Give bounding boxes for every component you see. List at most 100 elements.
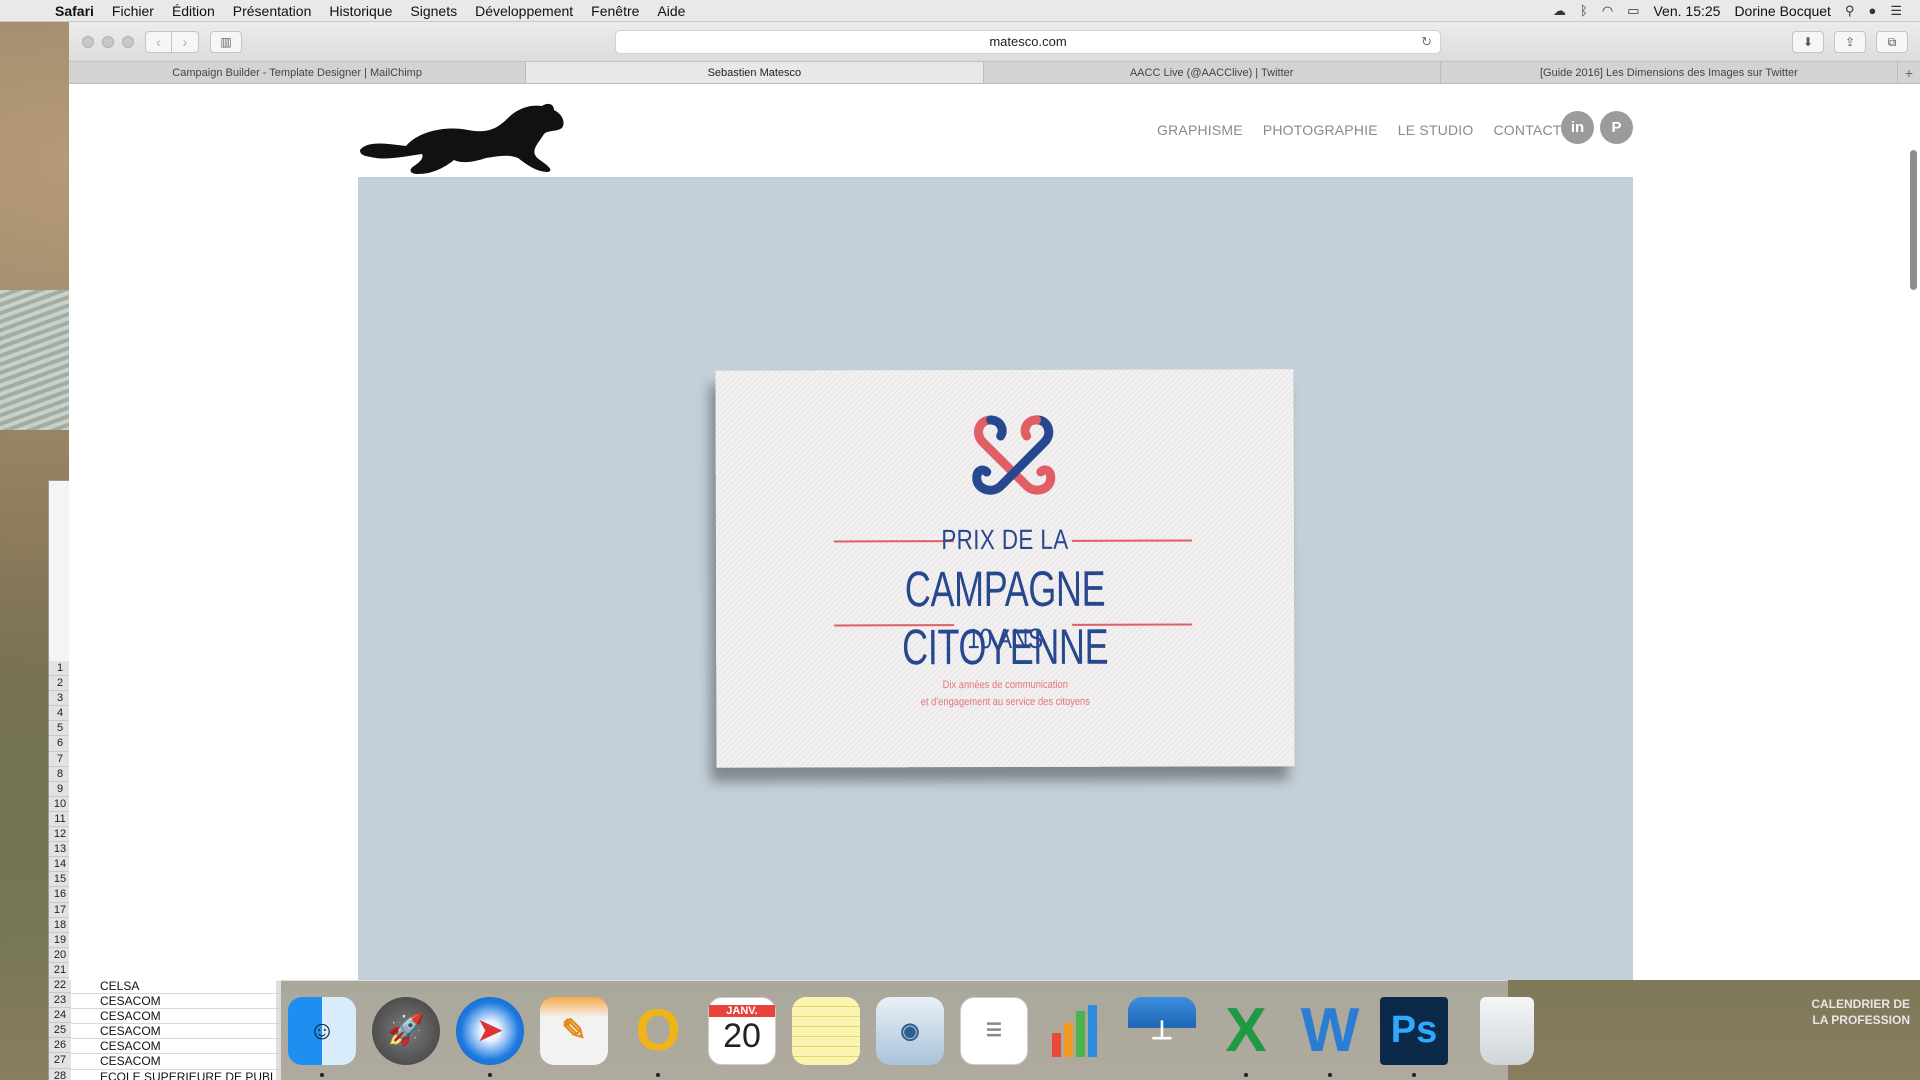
sidebar-toggle-button[interactable]: ▥ xyxy=(210,31,242,53)
dock: ☺ 🚀 ➤ ✎ O JANV. 20 ◉ ☰ ⊥ X W Ps xyxy=(276,980,1534,1080)
row-number: 8 xyxy=(49,766,71,782)
row-number: 19 xyxy=(49,932,71,948)
dock-trash[interactable] xyxy=(1480,993,1534,1069)
dock-numbers[interactable] xyxy=(1044,993,1112,1069)
menu-bar-status-area: ☁ ᛒ ◠ ▭ Ven. 15:25 Dorine Bocquet ⚲ ● ☰ xyxy=(1553,3,1920,19)
downloads-button[interactable]: ⬇ xyxy=(1792,31,1824,53)
dock-pages[interactable]: ✎ xyxy=(540,993,608,1069)
nav-graphisme[interactable]: GRAPHISME xyxy=(1157,122,1243,138)
menu-presentation[interactable]: Présentation xyxy=(224,3,321,19)
outlook-icon: O xyxy=(635,998,681,1063)
dock-excel[interactable]: X xyxy=(1212,993,1280,1077)
menu-historique[interactable]: Historique xyxy=(320,3,401,19)
dock-outlook[interactable]: O xyxy=(624,993,692,1077)
tab-aacc-twitter[interactable]: AACC Live (@AACClive) | Twitter xyxy=(984,62,1441,83)
nav-le-studio[interactable]: LE STUDIO xyxy=(1398,122,1474,138)
pages-icon: ✎ xyxy=(540,996,608,1065)
row-number: 27 xyxy=(49,1053,71,1069)
menu-fenetre[interactable]: Fenêtre xyxy=(582,3,648,19)
spreadsheet-cell[interactable]: CESACOM xyxy=(71,1039,281,1055)
menu-signets[interactable]: Signets xyxy=(401,3,466,19)
menu-fichier[interactable]: Fichier xyxy=(103,3,163,19)
spotlight-search-icon[interactable]: ⚲ xyxy=(1845,3,1855,19)
dock-word[interactable]: W xyxy=(1296,993,1364,1077)
reload-icon[interactable]: ↻ xyxy=(1421,31,1432,53)
tab-sebastien-matesco[interactable]: Sebastien Matesco xyxy=(526,62,984,83)
keynote-icon: ⊥ xyxy=(1128,996,1196,1065)
wifi-icon[interactable]: ◠ xyxy=(1602,3,1613,19)
nav-contact[interactable]: CONTACT xyxy=(1494,122,1562,138)
nav-photographie[interactable]: PHOTOGRAPHIE xyxy=(1263,122,1378,138)
desktop-widget-line-1: CALENDRIER DE xyxy=(1811,997,1910,1011)
row-number: 25 xyxy=(49,1023,71,1039)
tab-bar: Campaign Builder - Template Designer | M… xyxy=(69,62,1920,84)
dock-photoshop[interactable]: Ps xyxy=(1380,993,1448,1077)
row-number: 20 xyxy=(49,947,71,963)
dock-notes[interactable] xyxy=(792,993,860,1069)
menu-developpement[interactable]: Développement xyxy=(466,3,582,19)
menu-aide[interactable]: Aide xyxy=(648,3,694,19)
close-window-button[interactable] xyxy=(82,36,94,48)
back-button[interactable]: ‹ xyxy=(145,31,172,53)
address-bar[interactable]: matesco.com ↻ xyxy=(615,30,1441,54)
dock-keynote[interactable]: ⊥ xyxy=(1128,993,1196,1069)
spreadsheet-cell[interactable]: ECOLE SUPERIEURE DE PUBL xyxy=(71,1069,281,1080)
social-links: in P xyxy=(1561,111,1633,144)
tab-mailchimp[interactable]: Campaign Builder - Template Designer | M… xyxy=(69,62,527,83)
row-number: 4 xyxy=(49,706,71,722)
weasel-logo[interactable] xyxy=(358,100,570,178)
preview-icon: ◉ xyxy=(876,996,944,1065)
menu-edition[interactable]: Édition xyxy=(163,3,224,19)
menu-bar-clock[interactable]: Ven. 15:25 xyxy=(1653,3,1720,19)
reminders-icon: ☰ xyxy=(960,996,1028,1065)
menu-bar-user[interactable]: Dorine Bocquet xyxy=(1734,3,1831,19)
menu-app-safari[interactable]: Safari xyxy=(46,3,103,19)
notes-icon xyxy=(792,996,860,1065)
spreadsheet-cell[interactable]: CESACOM xyxy=(71,1009,281,1025)
prix-campagne-citoyenne-card: PRIX DE LA CAMPAGNE CITOYENNE 10 ANS Dix… xyxy=(715,369,1295,768)
dock-launchpad[interactable]: 🚀 xyxy=(372,993,440,1069)
creative-cloud-icon[interactable]: ☁ xyxy=(1553,3,1566,19)
card-title-line-3: 10 ANS xyxy=(967,622,1044,655)
spreadsheet-cell[interactable]: CESACOM xyxy=(71,1054,281,1070)
row-number: 1 xyxy=(49,661,71,677)
row-number: 7 xyxy=(49,751,71,767)
zoom-window-button[interactable] xyxy=(122,36,134,48)
notification-center-icon[interactable]: ☰ xyxy=(1890,3,1902,19)
dock-preview[interactable]: ◉ xyxy=(876,993,944,1069)
dock-safari[interactable]: ➤ xyxy=(456,993,524,1077)
share-button[interactable]: ⇪ xyxy=(1834,31,1866,53)
dock-calendar[interactable]: JANV. 20 xyxy=(708,993,776,1069)
dock-finder[interactable]: ☺ xyxy=(288,993,356,1077)
calendar-icon: JANV. 20 xyxy=(708,996,776,1065)
new-tab-button[interactable]: + xyxy=(1898,62,1920,83)
spreadsheet-cell[interactable]: CESACOM xyxy=(71,1024,281,1040)
tab-guide-twitter-images[interactable]: [Guide 2016] Les Dimensions des Images s… xyxy=(1441,62,1898,83)
compass-icon: ➤ xyxy=(456,996,524,1065)
desktop-calendar-widget: CALENDRIER DE LA PROFESSION xyxy=(1811,996,1910,1028)
row-number: 3 xyxy=(49,691,71,707)
card-title-line-1: PRIX DE LA xyxy=(941,523,1069,556)
row-number: 13 xyxy=(49,842,71,858)
excel-icon: X xyxy=(1225,996,1267,1065)
spreadsheet-cell[interactable]: CESACOM xyxy=(71,994,281,1010)
rocket-icon: 🚀 xyxy=(372,996,440,1065)
spreadsheet-cell[interactable]: CELSA xyxy=(71,979,281,995)
linkedin-icon[interactable]: in xyxy=(1561,111,1594,144)
dock-reminders[interactable]: ☰ xyxy=(960,993,1028,1069)
bluetooth-icon[interactable]: ᛒ xyxy=(1580,3,1588,18)
crossed-links-emblem-icon xyxy=(972,415,1056,495)
window-controls xyxy=(82,36,134,48)
row-number: 17 xyxy=(49,902,71,918)
row-number: 28 xyxy=(49,1068,71,1080)
word-icon: W xyxy=(1300,996,1360,1065)
siri-icon[interactable]: ● xyxy=(1868,3,1876,18)
minimize-window-button[interactable] xyxy=(102,36,114,48)
row-number: 2 xyxy=(49,676,71,692)
forward-button[interactable]: › xyxy=(172,31,199,53)
pinterest-icon[interactable]: P xyxy=(1600,111,1633,144)
desktop-wallpaper-stripe xyxy=(0,290,80,430)
tab-overview-button[interactable]: ⧉ xyxy=(1876,31,1908,53)
airplay-icon[interactable]: ▭ xyxy=(1627,3,1639,19)
page-scrollbar[interactable] xyxy=(1910,150,1917,290)
